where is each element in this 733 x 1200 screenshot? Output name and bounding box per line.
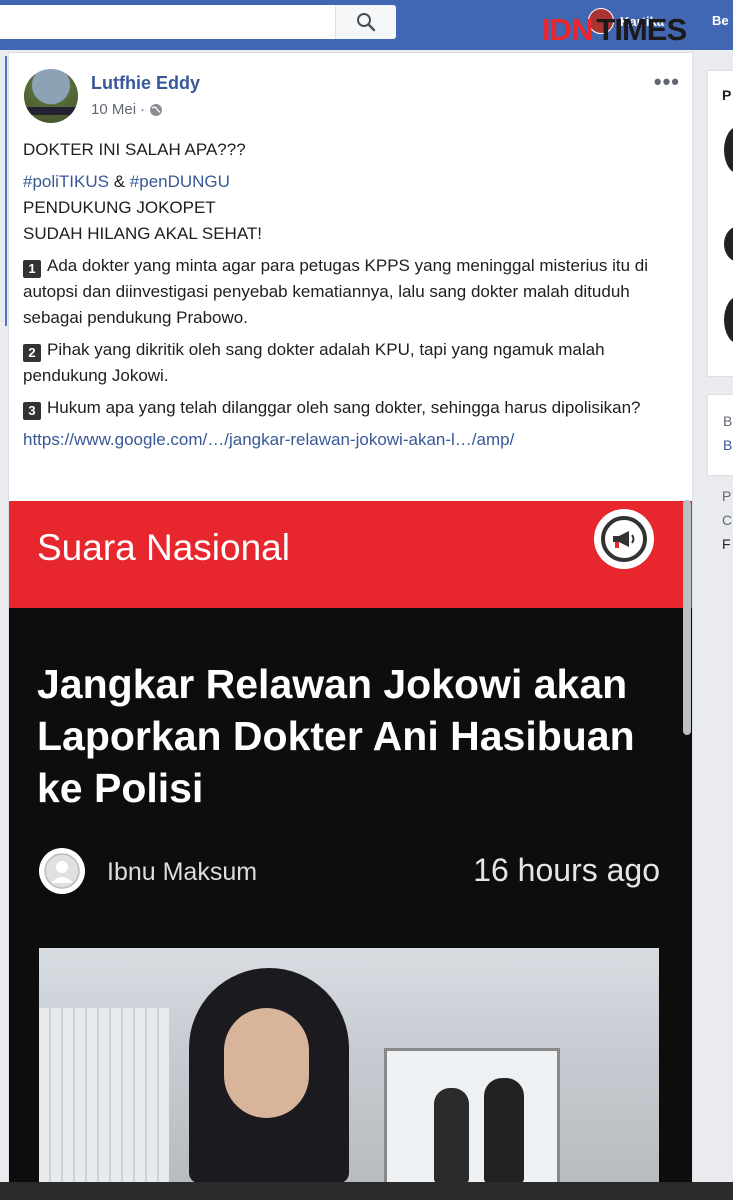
number-1-icon: 1 — [23, 260, 41, 278]
author-avatar-icon — [39, 848, 85, 894]
article-preview[interactable]: Jangkar Relawan Jokowi akan Laporkan Dok… — [9, 608, 692, 1183]
numbered-point: 2 Pihak yang dikritik oleh sang dokter ad… — [23, 337, 673, 389]
article-author: Ibnu Maksum — [107, 858, 258, 886]
sidebar-avatar[interactable] — [724, 226, 733, 262]
author-name[interactable]: Lutfhie Eddy — [91, 73, 200, 94]
hashtag-link[interactable]: #penDUNGU — [130, 172, 230, 191]
article-photo — [39, 948, 659, 1183]
post-link[interactable]: https://www.google.com/…/jangkar-relawan… — [23, 427, 673, 453]
point-text: Hukum apa yang telah dilanggar oleh sang… — [47, 398, 641, 417]
watermark-idn: IDN — [542, 12, 593, 47]
hashtag-link[interactable]: #poliTIKUS — [23, 172, 109, 191]
site-name: Suara Nasional — [37, 527, 290, 568]
sidebar-avatar[interactable] — [724, 296, 733, 344]
post-line: PENDUKUNG JOKOPET — [23, 198, 216, 217]
bottom-edge — [0, 1182, 733, 1200]
meta-separator: · — [140, 101, 146, 118]
ampersand: & — [108, 172, 130, 191]
sidebar-avatar[interactable] — [724, 126, 733, 174]
scrollbar[interactable] — [683, 500, 691, 735]
numbered-point: 3 Hukum apa yang telah dilanggar oleh san… — [23, 395, 673, 421]
article-time: 16 hours ago — [473, 852, 660, 888]
site-logo — [594, 509, 654, 569]
nav-home-link[interactable]: Be — [712, 13, 729, 28]
feed-post: Lutfhie Eddy 10 Mei · ••• DOKTER INI SAL… — [8, 52, 693, 1184]
sidebar-text: F — [722, 536, 731, 552]
sidebar-card-title: P — [722, 87, 732, 103]
point-text: Ada dokter yang minta agar para petugas … — [23, 256, 649, 327]
post-meta: 10 Mei · — [91, 101, 163, 118]
sidebar-text: B — [723, 413, 733, 429]
post-line: DOKTER INI SALAH APA??? — [23, 140, 246, 159]
post-hashtag-line: #poliTIKUS & #penDUNGU — [23, 169, 673, 195]
search-input[interactable] — [0, 5, 396, 39]
megaphone-icon — [613, 531, 635, 548]
sidebar-link[interactable]: B — [723, 437, 732, 453]
user-icon — [44, 853, 80, 889]
left-edge — [0, 50, 8, 1200]
post-options-button[interactable]: ••• — [654, 69, 680, 95]
number-2-icon: 2 — [23, 344, 41, 362]
post-text: DOKTER INI SALAH APA??? #poliTIKUS & #pe… — [23, 137, 673, 453]
author-avatar[interactable] — [24, 69, 78, 123]
globe-icon[interactable] — [149, 103, 163, 117]
right-sidebar-card: B B — [707, 394, 733, 476]
search-icon — [357, 13, 376, 32]
article-headline: Jangkar Relawan Jokowi akan Laporkan Dok… — [37, 661, 635, 811]
search-button[interactable] — [335, 5, 396, 39]
sidebar-text: P — [722, 488, 732, 504]
article-site-header: Suara Nasional — [9, 501, 692, 608]
watermark-times: TIMES — [596, 12, 687, 47]
right-sidebar-card: P — [707, 70, 733, 377]
sidebar-text: C — [722, 512, 733, 528]
number-3-icon: 3 — [23, 402, 41, 420]
post-date[interactable]: 10 Mei — [91, 101, 136, 118]
numbered-point: 1 Ada dokter yang minta agar para petugas… — [23, 253, 673, 331]
point-text: Pihak yang dikritik oleh sang dokter ada… — [23, 340, 605, 385]
idn-times-watermark: IDN TIMES — [542, 12, 687, 48]
post-line: SUDAH HILANG AKAL SEHAT! — [23, 224, 263, 243]
